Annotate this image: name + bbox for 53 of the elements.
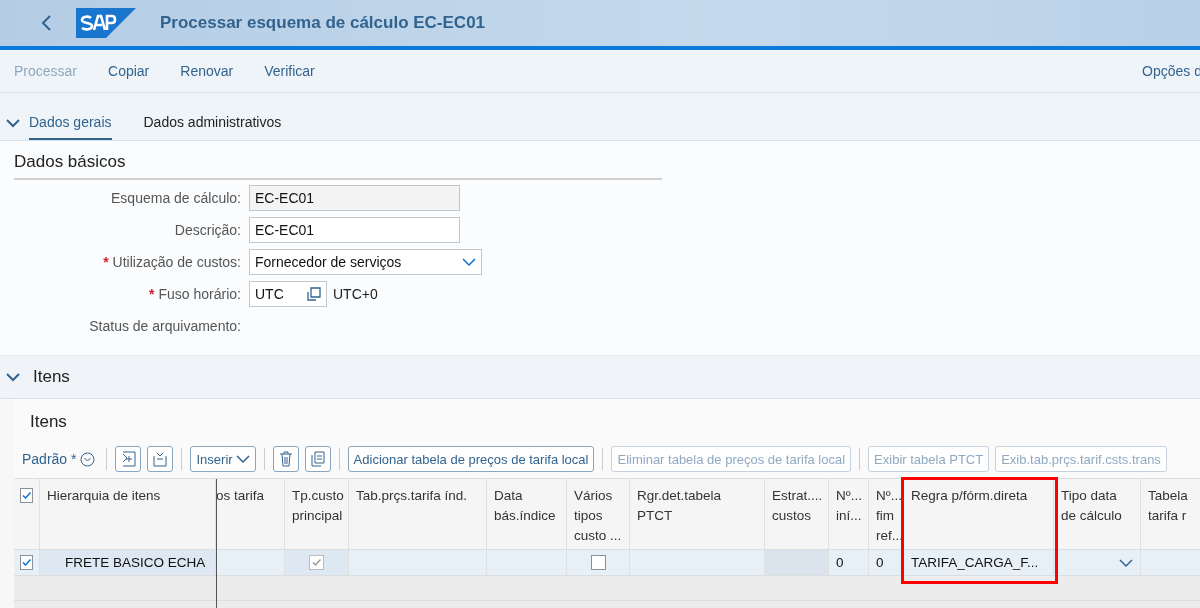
- collapse-icon[interactable]: [6, 118, 20, 128]
- toolbar-button[interactable]: Verificar: [254, 56, 325, 86]
- section-title: Dados básicos: [14, 141, 662, 180]
- chevron-icon: [462, 257, 476, 267]
- table-cell-text: 0: [836, 553, 844, 572]
- tab[interactable]: Dados administrativos: [143, 112, 282, 140]
- checkbox[interactable]: [20, 488, 33, 503]
- checkbox[interactable]: [20, 555, 33, 570]
- value-help-icon[interactable]: [307, 287, 321, 301]
- collapse-icon: [152, 451, 169, 467]
- collapse-button[interactable]: [147, 446, 174, 472]
- table-cell-text: TARIFA_CARGA_F...: [911, 553, 1039, 572]
- back-icon[interactable]: [40, 14, 52, 32]
- chevron-icon: [235, 454, 250, 464]
- table-title: Itens: [29, 411, 68, 433]
- toolbar-button[interactable]: Adicionar tabela de preços de tarifa local: [347, 446, 595, 472]
- copy-icon: [309, 451, 326, 467]
- section-title: Itens: [33, 367, 70, 387]
- check-icon: [21, 490, 32, 501]
- expand-button[interactable]: [115, 446, 142, 472]
- table-row[interactable]: FRETE BASICO ECHA 0 0 TARIFA_CARGA_F...: [14, 549, 1200, 576]
- toolbar-button[interactable]: Copiar: [98, 56, 160, 86]
- toolbar-button[interactable]: Renovar: [170, 56, 244, 86]
- checkbox[interactable]: [590, 555, 606, 570]
- copy-button[interactable]: [304, 446, 331, 472]
- delete-icon: [277, 451, 294, 467]
- field-label: Esquema de cálculo:: [111, 190, 241, 206]
- logo-icon[interactable]: [76, 8, 136, 38]
- check-icon: [21, 557, 32, 568]
- input-field[interactable]: EC-EC01: [249, 217, 460, 243]
- collapse-icon[interactable]: [6, 372, 20, 382]
- table-cell-text: FRETE BASICO ECHA: [64, 553, 206, 572]
- input-field[interactable]: EC-EC01: [249, 185, 460, 211]
- variant-selector[interactable]: Padrão *: [22, 451, 96, 467]
- table-cell-text: 0: [876, 553, 884, 572]
- required-marker: *: [149, 286, 155, 302]
- dropdown-icon[interactable]: [1119, 557, 1133, 568]
- field-value: UTC+0: [333, 286, 378, 302]
- field-label: Utilização de custos:: [112, 254, 241, 270]
- readonly-cell: [765, 550, 829, 575]
- window-title: Processar esquema de cálculo EC-EC01: [160, 13, 486, 33]
- field-label: Fuso horário:: [158, 286, 241, 302]
- field-label: Descrição:: [174, 222, 241, 238]
- menu-button[interactable]: Inserir: [190, 446, 256, 472]
- chevron-circle-icon: [80, 451, 96, 467]
- field-label: Status de arquivamento:: [89, 318, 241, 334]
- expand-icon: [120, 451, 137, 467]
- dropdown-field[interactable]: Fornecedor de serviços: [249, 249, 482, 275]
- required-marker: *: [103, 254, 109, 270]
- check-icon: [311, 557, 322, 568]
- delete-button[interactable]: [272, 446, 299, 472]
- input-field[interactable]: UTC: [249, 281, 327, 307]
- column-header[interactable]: Tabela tarifa r: [1141, 479, 1200, 549]
